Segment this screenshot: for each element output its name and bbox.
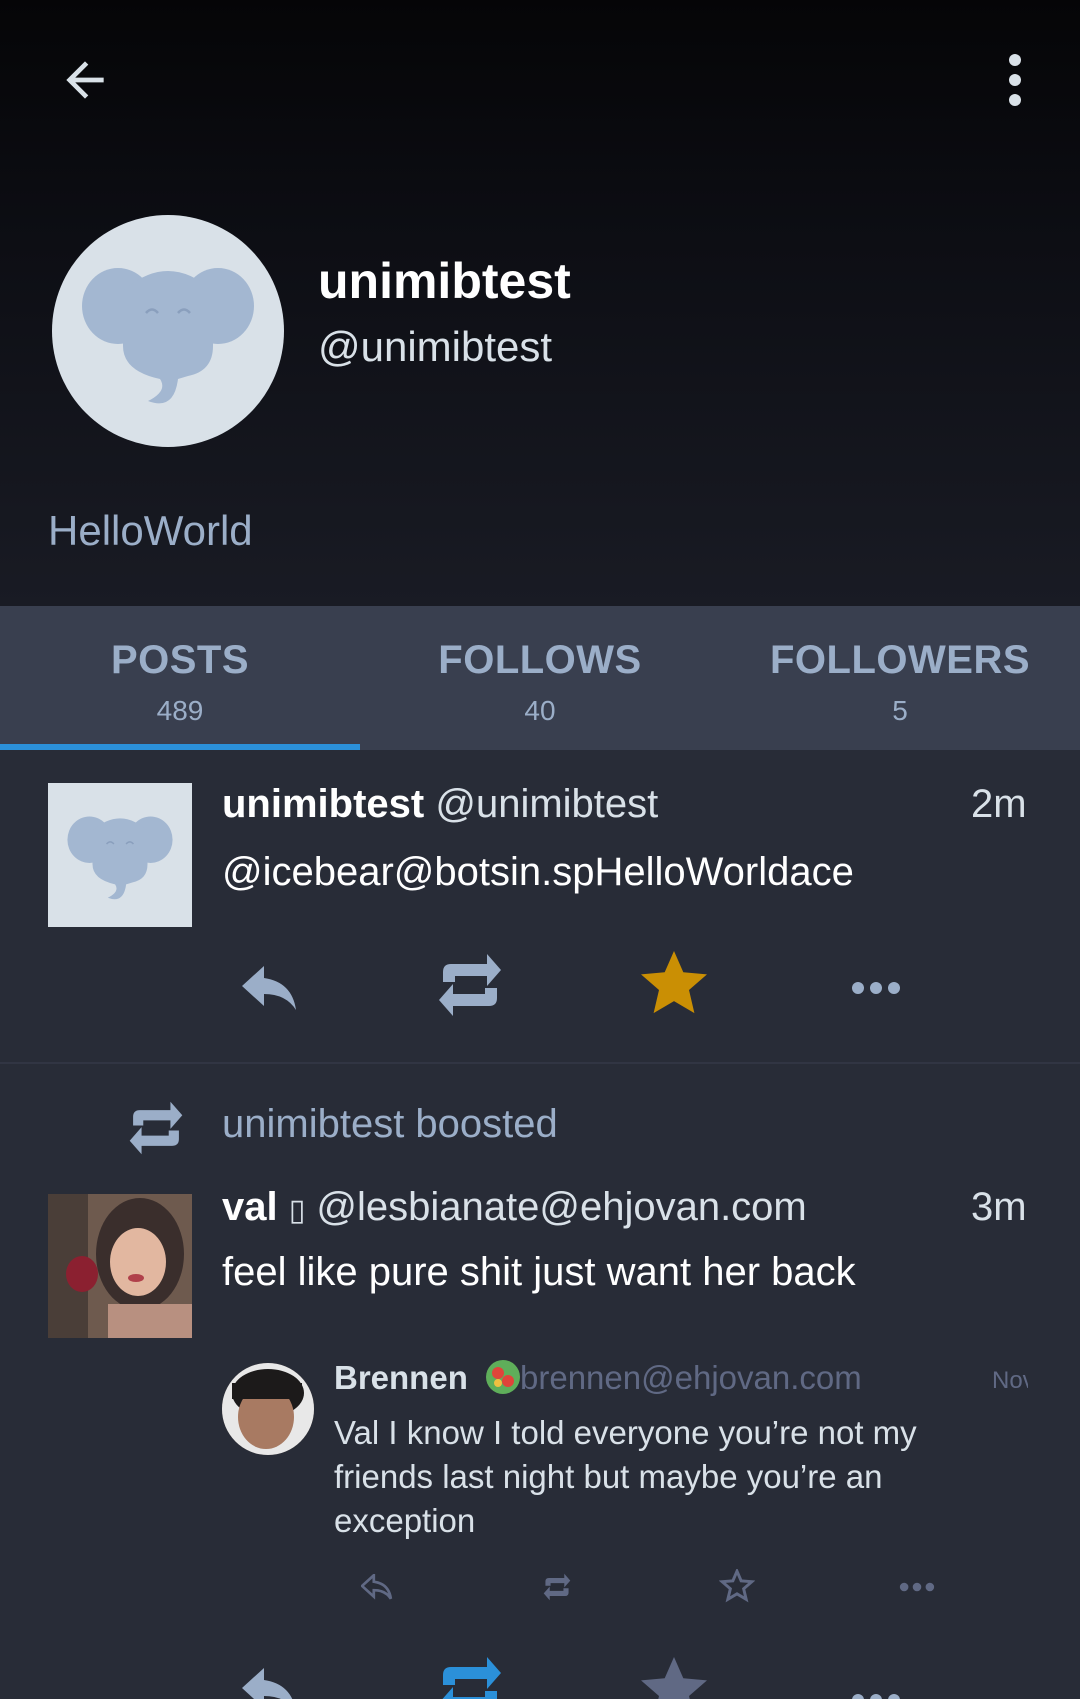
quote-avatar (222, 1363, 314, 1455)
status-acct: @unimibtest (435, 782, 659, 826)
profile-handle: @unimibtest (318, 323, 553, 370)
boost-button[interactable] (430, 945, 510, 1025)
ellipsis-icon (852, 1694, 900, 1699)
status-time[interactable]: 2m (971, 782, 1027, 827)
tab-count: 40 (524, 695, 556, 726)
star-icon (641, 1657, 707, 1699)
quote-boost-icon (532, 1567, 582, 1607)
boosted-indicator (120, 1092, 192, 1164)
status-display-name: val (222, 1185, 278, 1229)
tab-follows[interactable]: FOLLOWS 40 (360, 606, 720, 750)
globe-emoji-icon (486, 1360, 521, 1394)
status-content: @icebear@botsin.spHelloWorldace (222, 850, 854, 894)
reply-button[interactable] (230, 948, 310, 1028)
boost-button[interactable] (430, 1657, 510, 1699)
status-time[interactable]: 3m (971, 1185, 1027, 1230)
elephant-icon (82, 268, 254, 404)
tab-posts[interactable]: POSTS 489 (0, 606, 360, 750)
tab-followers[interactable]: FOLLOWERS 5 (720, 606, 1080, 750)
quote-star-icon (712, 1565, 762, 1607)
star-outline-icon (719, 1569, 755, 1603)
tab-label: FOLLOWERS (769, 638, 1031, 682)
ellipsis-icon (852, 982, 900, 994)
reply-button[interactable] (230, 1660, 310, 1699)
tab-label: POSTS (110, 638, 250, 682)
profile-bio: HelloWorld (48, 507, 253, 554)
quote-display-name: Brennen (334, 1359, 521, 1397)
arrow-left-icon (66, 61, 104, 99)
favourite-button[interactable] (634, 1657, 714, 1699)
boost-label[interactable]: unimibtest boosted (222, 1102, 558, 1147)
more-options-button[interactable] (980, 45, 1050, 115)
quote-ellipsis-icon (892, 1567, 942, 1607)
reply-icon (242, 1668, 293, 1699)
user-photo (222, 1363, 314, 1455)
quote-time: Nov (992, 1367, 1028, 1394)
boost-icon (442, 1657, 501, 1699)
quote-acct: brennen@ehjovan.com (520, 1359, 862, 1396)
quote-reply-icon (352, 1567, 402, 1607)
boost-icon (439, 954, 501, 1016)
status-display-name: unimibtest (222, 782, 425, 826)
tab-count: 5 (892, 695, 908, 726)
boost-icon (129, 1101, 183, 1155)
status-name-emoji: ▯ (288, 1194, 306, 1227)
star-icon (641, 951, 707, 1014)
profile-display-name: unimibtest (318, 253, 571, 309)
more-button[interactable] (836, 948, 916, 1028)
ellipsis-icon (899, 1582, 935, 1592)
status-avatar[interactable] (48, 1194, 192, 1338)
reply-icon (242, 966, 296, 1010)
status-author[interactable]: unimibtest @unimibtest (222, 782, 658, 827)
status-acct: @lesbianate@ehjovan.com (316, 1185, 807, 1229)
favourite-button[interactable] (634, 944, 714, 1024)
profile-header: unimibtest @unimibtest HelloWorld (0, 0, 1080, 606)
quote-content: Val I know I told everyone you’re not my… (334, 1414, 917, 1539)
more-button[interactable] (836, 1680, 916, 1699)
boost-icon (543, 1573, 571, 1601)
user-photo (48, 1194, 192, 1338)
elephant-icon (67, 816, 173, 900)
status-author[interactable]: val ▯ @lesbianate@ehjovan.com (222, 1185, 807, 1230)
embedded-image[interactable]: Brennen brennen@ehjovan.com Nov Val I kn… (222, 1355, 1032, 1603)
status-item[interactable]: unimibtest @unimibtest 2m @icebear@botsi… (0, 750, 1080, 1064)
tab-label: FOLLOWS (438, 638, 642, 682)
back-button[interactable] (50, 45, 120, 115)
profile-avatar[interactable] (52, 215, 284, 447)
status-avatar[interactable] (48, 783, 192, 927)
more-vertical-icon (1009, 54, 1021, 106)
reply-icon (361, 1574, 393, 1600)
tab-count: 489 (156, 695, 204, 726)
status-content: feel like pure shit just want her back (222, 1250, 856, 1294)
profile-tabs: POSTS 489 FOLLOWS 40 FOLLOWERS 5 (0, 606, 1080, 750)
quote-name-text: Brennen (334, 1359, 468, 1396)
